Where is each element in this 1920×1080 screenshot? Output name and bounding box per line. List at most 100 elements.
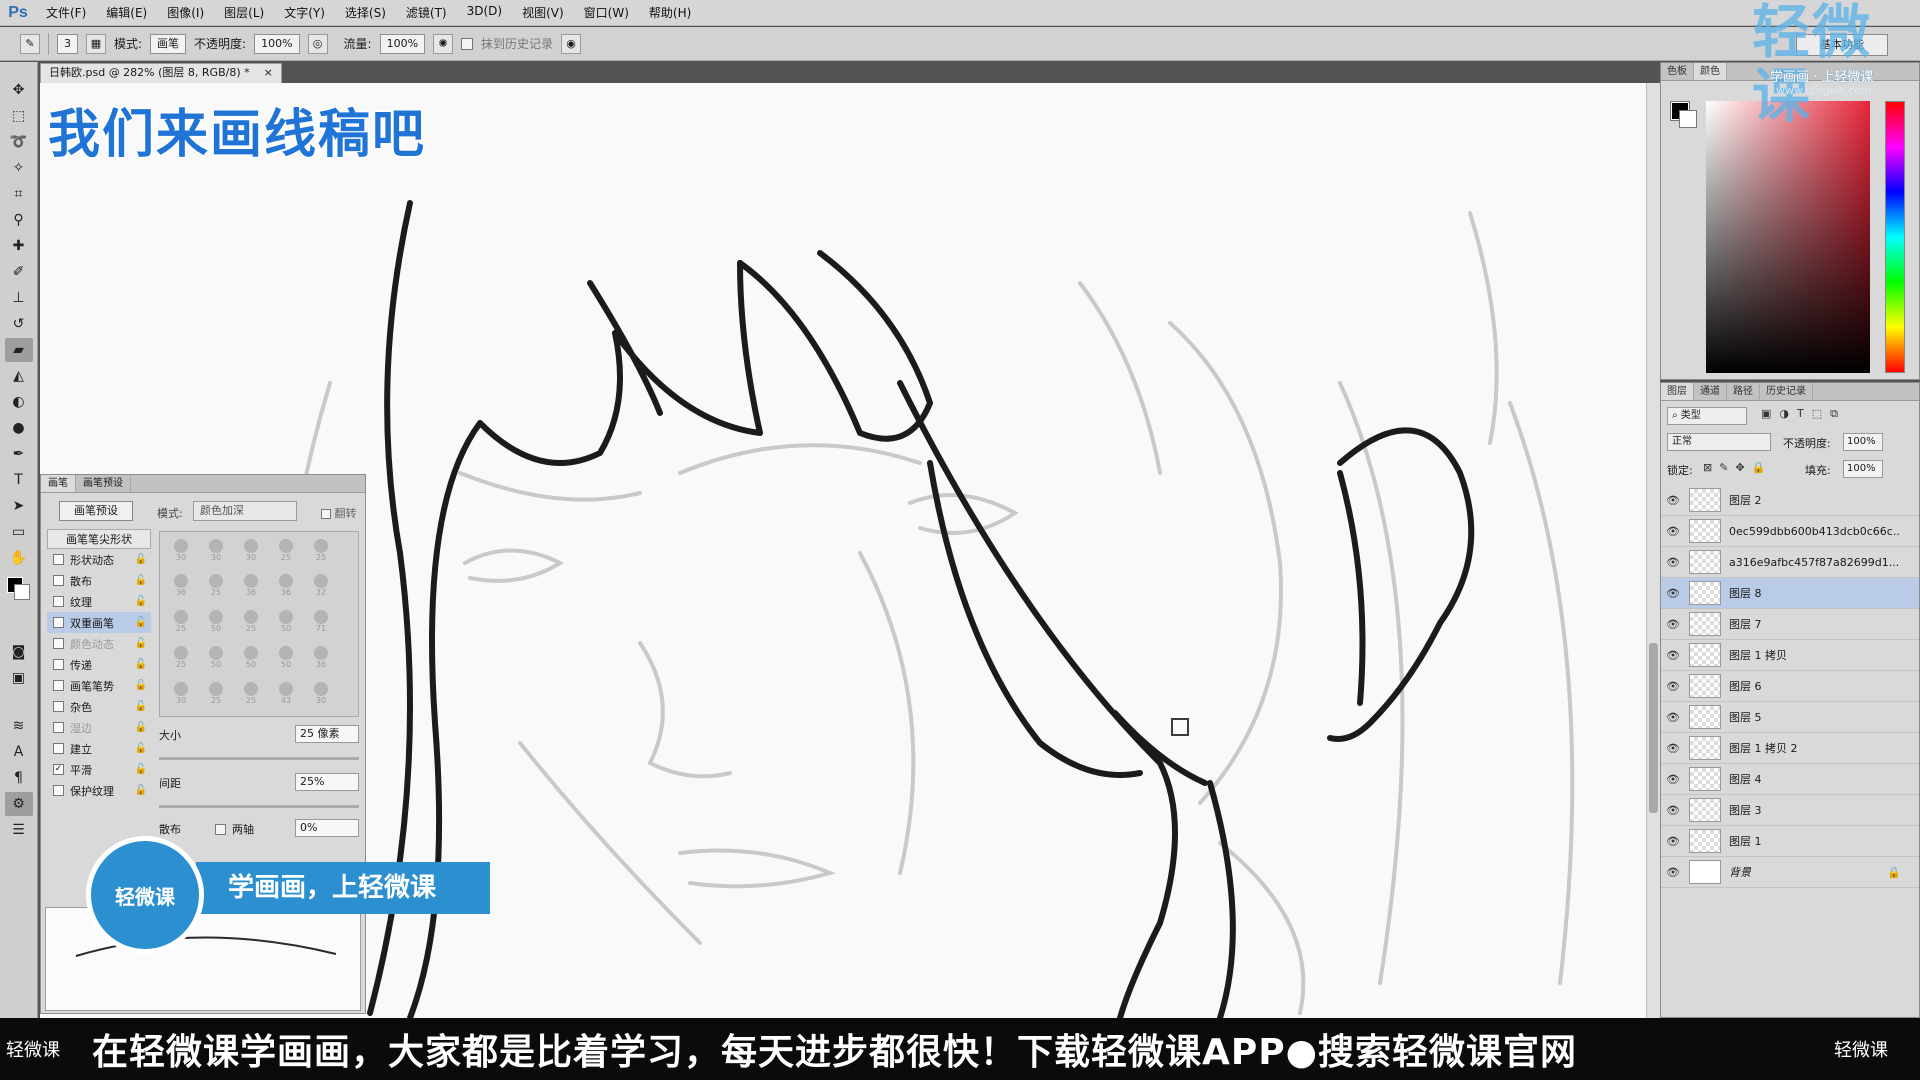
brush-tip[interactable]: 30 — [306, 679, 336, 707]
lock-icon[interactable]: 🔓 — [135, 596, 147, 607]
hue-slider[interactable] — [1885, 101, 1905, 373]
brush-tip[interactable]: 25 — [236, 679, 266, 707]
brush-option-row[interactable]: ✓ 平滑 🔓 — [47, 759, 151, 780]
brush-mode-select[interactable]: 颜色加深 — [193, 501, 297, 521]
visibility-eye-icon[interactable]: 👁 — [1661, 494, 1685, 507]
layer-name[interactable]: 图层 2 — [1729, 492, 1762, 508]
layer-row[interactable]: 👁 图层 8 — [1661, 578, 1919, 609]
layer-row[interactable]: 👁 图层 1 拷贝 — [1661, 640, 1919, 671]
eyedropper-tool-icon[interactable]: ⚲ — [5, 208, 33, 232]
lock-icon[interactable]: 🔓 — [135, 617, 147, 628]
adjustment-filter-icon[interactable]: ◑ — [1779, 407, 1789, 421]
brush-option-checkbox[interactable] — [53, 785, 64, 796]
brush-option-row[interactable]: 保护纹理 🔓 — [47, 780, 151, 801]
layer-name[interactable]: 图层 8 — [1729, 585, 1762, 601]
close-icon[interactable]: × — [264, 64, 273, 83]
brush-tip[interactable]: 50 — [236, 643, 266, 671]
canvas-vertical-scrollbar[interactable] — [1646, 83, 1660, 1018]
menu-item[interactable]: 图层(L) — [214, 4, 274, 21]
visibility-eye-icon[interactable]: 👁 — [1661, 711, 1685, 724]
brush-option-row[interactable]: 传递 🔓 — [47, 654, 151, 675]
history-brush-tool-icon[interactable]: ↺ — [5, 312, 33, 336]
layer-name[interactable]: 图层 4 — [1729, 771, 1762, 787]
brush-tip[interactable]: 30 — [201, 536, 231, 564]
quick-mask-icon[interactable]: ◙ — [5, 640, 33, 664]
brush-tip[interactable]: 32 — [306, 572, 336, 600]
blend-mode-select[interactable]: 正常 — [1667, 433, 1771, 451]
menu-item[interactable]: 视图(V) — [512, 4, 574, 21]
screen-mode-icon[interactable]: ▣ — [5, 666, 33, 690]
layer-row[interactable]: 👁 a316e9afbc457f87a82699d1... — [1661, 547, 1919, 578]
brush-tip[interactable]: 25 — [201, 679, 231, 707]
visibility-eye-icon[interactable]: 👁 — [1661, 680, 1685, 693]
visibility-eye-icon[interactable]: 👁 — [1661, 587, 1685, 600]
brush-panel-icon[interactable]: ≋ — [5, 714, 33, 738]
smart-object-filter-icon[interactable]: ⧉ — [1830, 407, 1838, 421]
shape-filter-icon[interactable]: ⬚ — [1812, 407, 1822, 421]
marquee-tool-icon[interactable]: ⬚ — [5, 104, 33, 128]
layer-row[interactable]: 👁 图层 3 — [1661, 795, 1919, 826]
brush-panel-toggle-icon[interactable]: ▦ — [86, 33, 106, 54]
layers-panel-tab[interactable]: 路径 — [1727, 383, 1760, 400]
brush-option-checkbox[interactable] — [53, 554, 64, 565]
layer-name[interactable]: 图层 3 — [1729, 802, 1762, 818]
lock-pixels-icon[interactable]: ✎ — [1719, 461, 1728, 474]
brush-tip[interactable]: 30 — [166, 536, 196, 564]
layer-name[interactable]: 0ec599dbb600b413dcb0c66c... — [1729, 525, 1899, 538]
brush-tool-icon[interactable]: ✐ — [5, 260, 33, 284]
layer-row[interactable]: 👁 图层 1 拷贝 2 — [1661, 733, 1919, 764]
brush-option-row[interactable]: 形状动态 🔓 — [47, 549, 151, 570]
layer-name[interactable]: 图层 1 拷贝 — [1729, 647, 1787, 663]
menu-item[interactable]: 窗口(W) — [574, 4, 639, 21]
stamp-tool-icon[interactable]: ⊥ — [5, 286, 33, 310]
brush-tip[interactable]: 36 — [306, 643, 336, 671]
menu-item[interactable]: 帮助(H) — [639, 4, 701, 21]
brush-tip[interactable]: 25 — [201, 572, 231, 600]
brush-option-checkbox[interactable] — [53, 743, 64, 754]
brush-tip[interactable]: 50 — [201, 608, 231, 636]
lock-icon[interactable]: 🔓 — [135, 764, 147, 775]
lock-icon[interactable]: 🔓 — [135, 722, 147, 733]
mode-select[interactable]: 画笔 — [150, 33, 187, 54]
brush-tip[interactable]: 25 — [306, 536, 336, 564]
brush-tool-preset-icon[interactable]: ✎ — [20, 33, 40, 54]
menu-item[interactable]: 选择(S) — [335, 4, 396, 21]
spacing-input[interactable]: 25% — [295, 773, 359, 791]
layer-name[interactable]: 背景 — [1729, 864, 1751, 880]
menu-item[interactable]: 滤镜(T) — [396, 4, 457, 21]
eraser-tool-icon[interactable]: ▰ — [4, 338, 33, 362]
brush-option-row[interactable]: 双重画笔 🔓 — [47, 612, 151, 633]
brush-tip[interactable]: 50 — [201, 643, 231, 671]
brush-tip[interactable]: 25 — [271, 536, 301, 564]
quick-select-tool-icon[interactable]: ✧ — [5, 156, 33, 180]
brush-tip[interactable]: 25 — [166, 643, 196, 671]
menu-item[interactable]: 文件(F) — [36, 4, 96, 21]
layer-name[interactable]: 图层 1 — [1729, 833, 1762, 849]
opacity-input[interactable]: 100% — [254, 33, 300, 54]
layer-row[interactable]: 👁 图层 7 — [1661, 609, 1919, 640]
brush-option-checkbox[interactable] — [53, 596, 64, 607]
brush-tip[interactable]: 25 — [236, 608, 266, 636]
brush-option-row[interactable]: 颜色动态 🔓 — [47, 633, 151, 654]
layers-panel-tab[interactable]: 通道 — [1694, 383, 1727, 400]
type-filter-icon[interactable]: T — [1797, 407, 1804, 421]
menu-item[interactable]: 文字(Y) — [274, 4, 335, 21]
menu-item[interactable]: 图像(I) — [157, 4, 214, 21]
layer-name[interactable]: 图层 7 — [1729, 616, 1762, 632]
size-input[interactable]: 25 像素 — [295, 725, 359, 743]
blur-tool-icon[interactable]: ◐ — [5, 390, 33, 414]
airbrush-icon[interactable]: ✺ — [433, 33, 454, 54]
brush-tip[interactable]: 30 — [166, 679, 196, 707]
brush-option-row[interactable]: 杂色 🔓 — [47, 696, 151, 717]
lock-icon[interactable]: 🔓 — [135, 680, 147, 691]
rectangle-tool-icon[interactable]: ▭ — [5, 520, 33, 544]
flip-checkbox[interactable] — [321, 509, 331, 519]
brush-option-row[interactable]: 建立 🔓 — [47, 738, 151, 759]
history-checkbox[interactable] — [461, 37, 474, 50]
type-tool-icon[interactable]: T — [5, 468, 33, 492]
layer-name[interactable]: a316e9afbc457f87a82699d1... — [1729, 556, 1899, 569]
menu-item[interactable]: 编辑(E) — [96, 4, 157, 21]
layer-row[interactable]: 👁 图层 5 — [1661, 702, 1919, 733]
visibility-eye-icon[interactable]: 👁 — [1661, 866, 1685, 879]
layer-name[interactable]: 图层 6 — [1729, 678, 1762, 694]
